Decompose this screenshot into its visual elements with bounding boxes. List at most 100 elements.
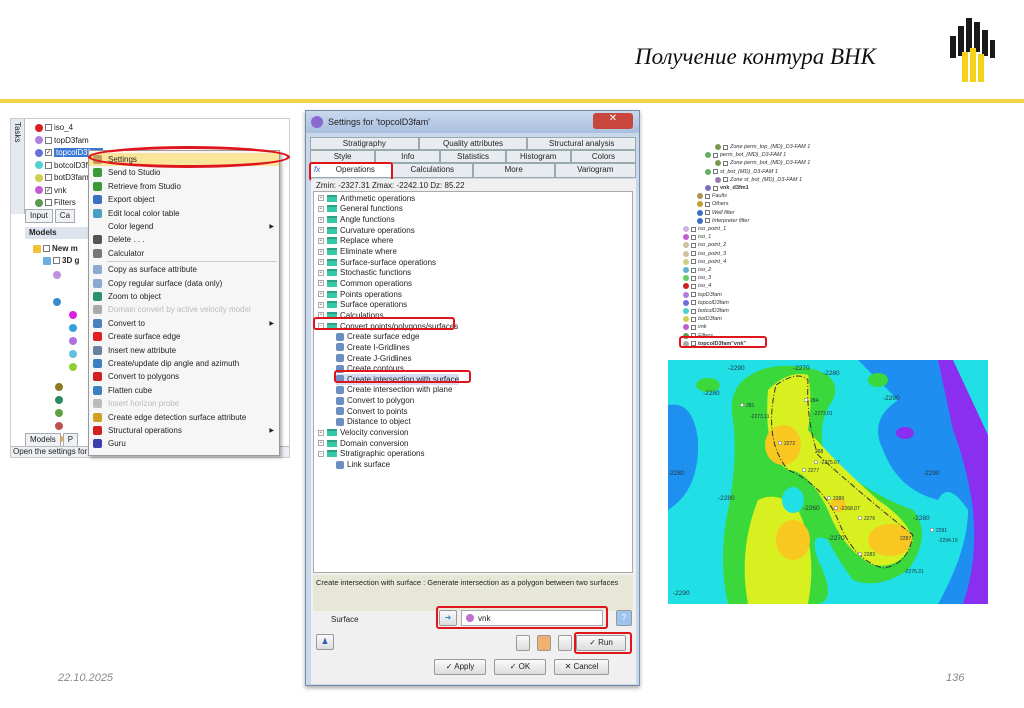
- manual-button[interactable]: ♟: [316, 634, 334, 650]
- tree-item[interactable]: topD3fam: [35, 135, 89, 146]
- ok-button[interactable]: ✓ OK: [494, 659, 546, 675]
- checkbox[interactable]: [691, 251, 696, 257]
- checkbox[interactable]: [53, 257, 60, 264]
- expand-icon[interactable]: +: [318, 301, 324, 308]
- menu-item[interactable]: Color legend ▶: [89, 220, 279, 233]
- operation-group[interactable]: + General functions: [318, 204, 403, 215]
- tree-item[interactable]: Zone st_bot_(MD)_D3-FAM 1: [715, 176, 802, 184]
- checkbox[interactable]: [691, 283, 696, 289]
- menu-item[interactable]: Send to Studio: [89, 166, 279, 179]
- expand-icon[interactable]: +: [318, 440, 324, 447]
- operation-group[interactable]: + Common operations: [318, 278, 412, 289]
- menu-item[interactable]: Convert to polygons: [89, 370, 279, 383]
- menu-item[interactable]: Copy regular surface (data only): [89, 277, 279, 290]
- expand-icon[interactable]: +: [318, 280, 324, 287]
- operation-group[interactable]: + Curvature operations: [318, 225, 415, 236]
- help-button[interactable]: ?: [616, 610, 632, 626]
- undo-button[interactable]: [558, 635, 572, 651]
- tree-item[interactable]: iso_2: [683, 266, 711, 274]
- dialog-title-bar[interactable]: Settings for 'topcolD3fam' ✕: [306, 111, 639, 133]
- checkbox[interactable]: [691, 300, 696, 306]
- tab-variogram[interactable]: Variogram: [554, 163, 636, 178]
- operation-group[interactable]: + Stochastic functions: [318, 268, 411, 279]
- checkbox[interactable]: [691, 242, 696, 248]
- expand-icon[interactable]: +: [318, 269, 324, 276]
- operation-item[interactable]: Convert to points: [336, 406, 407, 417]
- checkbox[interactable]: [691, 259, 696, 265]
- close-button[interactable]: ✕: [593, 113, 633, 129]
- checkbox[interactable]: ✓: [45, 149, 52, 156]
- operation-group[interactable]: + Points operations: [318, 289, 402, 300]
- checkbox[interactable]: [45, 136, 52, 144]
- menu-item[interactable]: Create/update dip angle and azimuth: [89, 357, 279, 370]
- checkbox[interactable]: [713, 169, 718, 175]
- tree-item[interactable]: Filters: [35, 197, 76, 208]
- tree-item[interactable]: Others: [697, 200, 729, 208]
- apply-button[interactable]: ✓ Apply: [434, 659, 486, 675]
- operation-group[interactable]: + Domain conversion: [318, 438, 408, 449]
- well-marker[interactable]: [857, 551, 863, 557]
- checkbox[interactable]: [691, 267, 696, 273]
- tab-stratigraphy[interactable]: Stratigraphy: [310, 137, 419, 150]
- checkbox[interactable]: [691, 234, 696, 240]
- operation-group[interactable]: − Stratigraphic operations: [318, 449, 425, 460]
- expand-icon[interactable]: +: [318, 248, 324, 255]
- operation-group[interactable]: + Replace where: [318, 236, 393, 247]
- menu-item[interactable]: Structural operations ▶: [89, 424, 279, 437]
- checkbox[interactable]: [691, 308, 696, 314]
- operation-group[interactable]: + Arithmetic operations: [318, 193, 415, 204]
- tree-item[interactable]: iso_point_2: [683, 241, 726, 249]
- checkbox[interactable]: [723, 160, 728, 166]
- checkbox[interactable]: [713, 185, 718, 191]
- well-marker[interactable]: [929, 527, 935, 533]
- well-marker[interactable]: [777, 440, 783, 446]
- expand-icon[interactable]: +: [318, 195, 324, 202]
- checkbox[interactable]: [45, 199, 52, 206]
- tab-structural-analysis[interactable]: Structural analysis: [527, 137, 637, 150]
- operation-item[interactable]: Create J-Gridlines: [336, 353, 411, 364]
- operation-group[interactable]: + Velocity conversion: [318, 427, 408, 438]
- menu-item[interactable]: Insert new attribute: [89, 344, 279, 357]
- checkbox[interactable]: [723, 144, 728, 150]
- well-marker[interactable]: [857, 515, 863, 521]
- expand-icon[interactable]: +: [318, 291, 324, 298]
- checkbox[interactable]: [691, 324, 696, 330]
- menu-item[interactable]: Calculator: [89, 247, 279, 260]
- well-marker[interactable]: [833, 505, 839, 511]
- tab-quality-attributes[interactable]: Quality attributes: [418, 137, 528, 150]
- well-marker[interactable]: [826, 495, 832, 501]
- expand-icon[interactable]: +: [318, 429, 324, 436]
- well-marker[interactable]: [813, 459, 819, 465]
- checkbox[interactable]: [705, 218, 710, 224]
- checkbox[interactable]: [705, 193, 710, 199]
- tree-item[interactable]: st_bot_(MD)_D3-FAM 1: [705, 168, 778, 176]
- tree-item[interactable]: Interpreter filter: [697, 217, 749, 225]
- menu-item[interactable]: Export object: [89, 193, 279, 206]
- checkbox[interactable]: [45, 124, 52, 131]
- tab-models[interactable]: Models: [25, 433, 61, 447]
- checkbox[interactable]: [691, 292, 696, 298]
- expand-icon[interactable]: +: [318, 205, 324, 212]
- tree-item[interactable]: iso_point_1: [683, 225, 726, 233]
- tree-item[interactable]: iso_3: [683, 274, 711, 282]
- tree-item[interactable]: Faults: [697, 192, 727, 200]
- menu-item[interactable]: Guru: [89, 437, 279, 450]
- checkbox[interactable]: ✓: [45, 186, 52, 194]
- operation-group[interactable]: + Surface operations: [318, 300, 407, 311]
- tree-item[interactable]: topD3fam: [683, 291, 722, 299]
- tab-processes[interactable]: P: [62, 433, 79, 447]
- checkbox[interactable]: [691, 316, 696, 322]
- tree-item[interactable]: iso_1: [683, 233, 711, 241]
- tree-item[interactable]: botD3fam: [683, 315, 722, 323]
- tree-item-3d-grid[interactable]: 3D g: [43, 255, 79, 266]
- checkbox[interactable]: [45, 174, 52, 181]
- expand-icon[interactable]: +: [318, 216, 324, 223]
- cancel-button[interactable]: ✕ Cancel: [554, 659, 609, 675]
- tree-item[interactable]: vnk: [683, 323, 707, 331]
- tab-colors[interactable]: Colors: [570, 150, 637, 163]
- operation-group[interactable]: + Eliminate where: [318, 246, 397, 257]
- collapse-icon[interactable]: −: [318, 450, 324, 457]
- checkbox[interactable]: [705, 201, 710, 207]
- checkbox[interactable]: [43, 245, 50, 252]
- operation-item[interactable]: Create surface edge: [336, 331, 420, 342]
